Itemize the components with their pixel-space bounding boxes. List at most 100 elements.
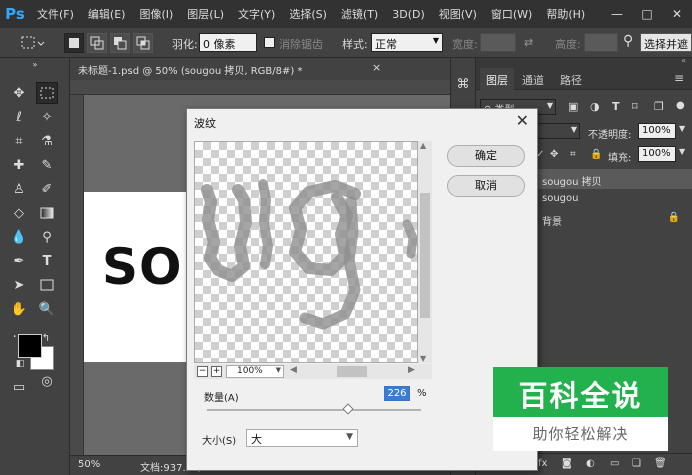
- menu-help[interactable]: 帮助(H): [539, 6, 592, 22]
- zoom-level[interactable]: 50%: [78, 459, 100, 470]
- filter-pixel-icon[interactable]: ▣: [568, 100, 578, 113]
- menu-window[interactable]: 窗口(W): [484, 6, 539, 22]
- ok-button[interactable]: 确定: [447, 145, 525, 167]
- preview-zoom-select[interactable]: 100% ▼: [226, 365, 284, 378]
- filter-adjustment-icon[interactable]: ◑: [590, 100, 600, 113]
- layer-row[interactable]: 背景 🔒: [536, 209, 692, 229]
- fill-input[interactable]: 100%: [638, 146, 676, 162]
- eraser-tool-icon[interactable]: ◇: [8, 202, 30, 224]
- close-icon[interactable]: ✕: [516, 111, 529, 130]
- eyedropper-tool-icon[interactable]: ⚗: [36, 130, 58, 152]
- gradient-tool-icon[interactable]: [36, 202, 58, 224]
- menu-type[interactable]: 文字(Y): [231, 6, 282, 22]
- preview-vertical-scrollbar[interactable]: ▲ ▼: [418, 141, 432, 363]
- rectangle-tool-icon[interactable]: [36, 274, 58, 296]
- menu-select[interactable]: 选择(S): [282, 6, 334, 22]
- lock-artboard-icon[interactable]: ⌗: [570, 149, 576, 160]
- lock-all-icon[interactable]: 🔒: [590, 149, 602, 160]
- add-mask-icon[interactable]: ◙: [562, 458, 572, 469]
- new-group-icon[interactable]: ▭: [610, 458, 619, 469]
- panel-collapse-icon[interactable]: «: [681, 56, 686, 65]
- quick-mask-icon[interactable]: ◎: [36, 370, 58, 392]
- history-panel-icon[interactable]: ⌘: [455, 74, 471, 94]
- healing-brush-tool-icon[interactable]: ✚: [8, 154, 30, 176]
- subtract-selection-button[interactable]: [110, 33, 130, 53]
- history-brush-tool-icon[interactable]: ✐: [36, 178, 58, 200]
- document-canvas[interactable]: SOUGOU: [84, 192, 189, 362]
- chevron-down-icon[interactable]: ▼: [679, 147, 685, 156]
- filter-toggle-icon[interactable]: ●: [676, 100, 685, 111]
- tab-paths[interactable]: 路径: [560, 72, 582, 88]
- brush-tool-icon[interactable]: ✎: [36, 154, 58, 176]
- layer-row[interactable]: sougou: [536, 189, 692, 209]
- select-and-mask-button[interactable]: 选择并遮: [640, 33, 692, 52]
- collapse-icon[interactable]: »: [24, 60, 46, 69]
- lock-position-icon[interactable]: ✥: [550, 149, 558, 160]
- menu-filter[interactable]: 滤镜(T): [334, 6, 385, 22]
- chevron-down-icon[interactable]: ▼: [679, 124, 685, 133]
- add-selection-button[interactable]: [87, 33, 107, 53]
- document-close-icon[interactable]: ×: [372, 61, 381, 74]
- amount-input[interactable]: 226: [384, 386, 410, 401]
- menu-edit[interactable]: 编辑(E): [81, 6, 133, 22]
- default-colors-icon[interactable]: ◧: [14, 358, 26, 370]
- move-tool-icon[interactable]: ✥: [8, 82, 30, 104]
- delete-layer-icon[interactable]: 🗑: [654, 458, 667, 469]
- search-icon[interactable]: ⚲: [623, 33, 633, 49]
- foreground-color-swatch[interactable]: [18, 334, 42, 358]
- menu-layer[interactable]: 图层(L): [180, 6, 231, 22]
- magic-wand-tool-icon[interactable]: ✧: [36, 106, 58, 128]
- layer-row[interactable]: sougou 拷贝: [536, 169, 692, 189]
- menu-view[interactable]: 视图(V): [432, 6, 484, 22]
- intersect-selection-button[interactable]: [133, 33, 153, 53]
- type-tool-icon[interactable]: T: [36, 250, 58, 272]
- amount-slider-track[interactable]: [207, 409, 421, 411]
- feather-input[interactable]: 0 像素: [199, 33, 257, 52]
- opacity-input[interactable]: 100%: [638, 123, 676, 139]
- zoom-tool-icon[interactable]: 🔍: [36, 298, 58, 320]
- filter-smart-object-icon[interactable]: ❐: [654, 100, 664, 113]
- adjustment-layer-icon[interactable]: ◐: [586, 458, 595, 469]
- scroll-down-icon[interactable]: ▼: [420, 354, 426, 363]
- scroll-right-icon[interactable]: ▶: [408, 365, 415, 375]
- amount-slider-thumb[interactable]: [342, 403, 354, 415]
- tab-channels[interactable]: 通道: [522, 72, 544, 88]
- swap-icon[interactable]: ⇄: [524, 36, 533, 49]
- style-select[interactable]: 正常 ▼: [371, 33, 443, 52]
- tab-layers[interactable]: 图层: [480, 68, 514, 90]
- fx-icon[interactable]: fx: [538, 458, 547, 469]
- filter-preview[interactable]: [194, 141, 418, 363]
- panel-menu-icon[interactable]: ≡: [674, 71, 684, 85]
- lasso-tool-icon[interactable]: ℓ: [8, 106, 30, 128]
- filter-shape-icon[interactable]: ⌑: [632, 100, 638, 113]
- path-selection-tool-icon[interactable]: ➤: [8, 274, 30, 296]
- minimize-button[interactable]: —: [602, 0, 632, 28]
- width-input[interactable]: [480, 33, 516, 52]
- screen-mode-icon[interactable]: ▭: [8, 376, 30, 398]
- menu-file[interactable]: 文件(F): [30, 6, 81, 22]
- scroll-left-icon[interactable]: ◀: [290, 365, 297, 375]
- vertical-scroll-thumb[interactable]: [420, 193, 430, 318]
- clone-stamp-tool-icon[interactable]: ♙: [8, 178, 30, 200]
- scroll-up-icon[interactable]: ▲: [420, 141, 426, 150]
- pen-tool-icon[interactable]: ✒: [8, 250, 30, 272]
- document-tab[interactable]: 未标题-1.psd @ 50% (sougou 拷贝, RGB/8#) * ×: [70, 58, 450, 80]
- close-window-button[interactable]: ✕: [662, 0, 692, 28]
- menu-image[interactable]: 图像(I): [132, 6, 180, 22]
- antialias-checkbox[interactable]: [264, 37, 275, 48]
- menu-3d[interactable]: 3D(D): [385, 8, 432, 21]
- blend-mode-select[interactable]: ▼: [536, 123, 580, 139]
- maximize-button[interactable]: □: [632, 0, 662, 28]
- cancel-button[interactable]: 取消: [447, 175, 525, 197]
- filter-type-icon[interactable]: T: [612, 100, 620, 113]
- crop-tool-icon[interactable]: ⌗: [8, 130, 30, 152]
- dodge-tool-icon[interactable]: ⚲: [36, 226, 58, 248]
- zoom-out-icon[interactable]: −: [197, 366, 208, 377]
- size-select[interactable]: 大 ▼: [246, 429, 358, 447]
- new-selection-button[interactable]: [64, 33, 84, 53]
- new-layer-icon[interactable]: ❏: [632, 458, 641, 469]
- marquee-tool-icon[interactable]: [36, 82, 58, 104]
- horizontal-scroll-thumb[interactable]: [337, 366, 367, 377]
- blur-tool-icon[interactable]: 💧: [8, 226, 30, 248]
- height-input[interactable]: [584, 33, 618, 52]
